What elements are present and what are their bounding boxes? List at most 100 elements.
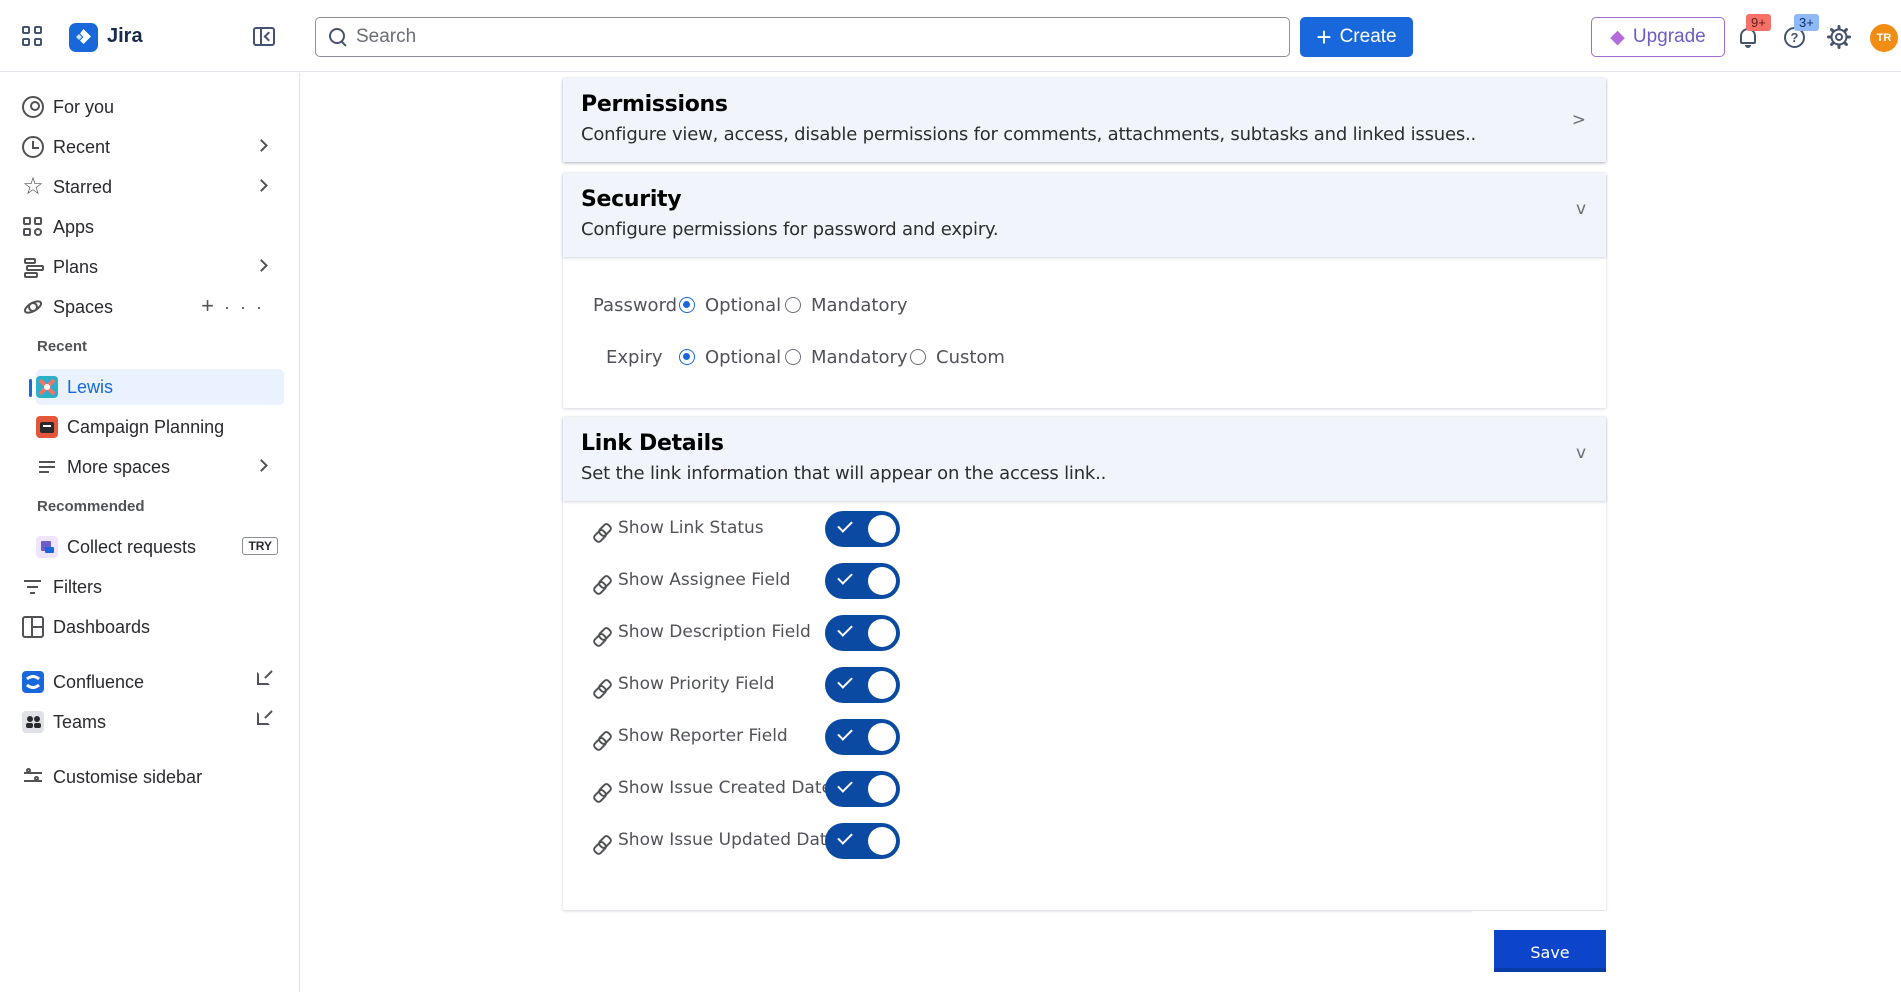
sidebar-item-plans[interactable]: Plans [22,249,284,285]
security-panel-header[interactable]: Security Configure permissions for passw… [563,173,1606,257]
chevron-right-icon[interactable] [255,139,268,152]
toggle-knob [868,619,896,647]
jira-logo-icon[interactable] [69,23,98,52]
permissions-panel-header[interactable]: Permissions Configure view, access, disa… [563,78,1606,162]
check-icon [837,777,853,793]
sidebar-item-label: Campaign Planning [67,416,225,437]
sidebar-item-label: Confluence [53,671,145,692]
chevron-right-icon[interactable] [255,459,268,472]
sidebar-item-recent[interactable]: Recent [22,129,284,165]
help-button[interactable]: ? 3+ [1782,14,1819,50]
try-badge: TRY [242,537,278,555]
link-icon [593,679,609,695]
sidebar-item-more-spaces[interactable]: More spaces [36,449,284,485]
search-icon [328,27,348,47]
sidebar-item-teams[interactable]: Teams [22,704,284,740]
add-space-icon[interactable]: + [201,293,224,318]
collapse-arrow-icon[interactable]: v [1576,443,1586,463]
app-switcher-icon[interactable] [22,26,44,48]
link-icon [593,731,609,747]
expiry-mandatory-label[interactable]: Mandatory [811,347,908,368]
collapse-sidebar-icon[interactable] [253,27,275,46]
link-details-panel-header[interactable]: Link Details Set the link information th… [563,417,1606,501]
sidebar-item-lewis[interactable]: Lewis [36,369,284,405]
toggle-label: Show Reporter Field [618,726,788,746]
password-mandatory-label[interactable]: Mandatory [811,295,908,316]
permissions-title: Permissions [581,92,728,117]
password-mandatory-radio[interactable] [785,297,801,313]
toggle-label: Show Priority Field [618,674,775,694]
toggle-label: Show Issue Created Date [618,778,832,798]
toggle-switch[interactable] [825,511,900,547]
sidebar-item-confluence[interactable]: Confluence [22,664,284,700]
link-icon [593,523,609,539]
sidebar-item-label: Recent [53,136,111,157]
expiry-custom-label[interactable]: Custom [936,347,1005,368]
notifications-button[interactable]: 9+ [1736,14,1771,50]
toggle-knob [868,671,896,699]
sidebar-item-starred[interactable]: ☆ Starred [22,169,284,205]
sidebar-item-for-you[interactable]: For you [22,89,284,125]
toggle-switch[interactable] [825,667,900,703]
password-optional-radio[interactable] [679,297,695,313]
app-name[interactable]: Jira [107,25,143,48]
sidebar-item-customise-sidebar[interactable]: Customise sidebar [22,759,284,795]
expiry-optional-label[interactable]: Optional [705,347,781,368]
password-option-row: Password Optional Mandatory [563,291,1606,321]
space-avatar-icon [36,376,58,398]
toggle-switch[interactable] [825,719,900,755]
selected-indicator [29,379,32,397]
link-icon [593,835,609,851]
toggle-switch[interactable] [825,823,900,859]
toggle-knob [868,775,896,803]
create-button[interactable]: + Create [1300,17,1413,57]
toggle-switch[interactable] [825,563,900,599]
settings-button[interactable] [1826,24,1852,50]
sidebar-item-campaign-planning[interactable]: Campaign Planning [36,409,284,445]
expiry-custom-radio[interactable] [910,349,926,365]
toggle-knob [868,567,896,595]
user-avatar[interactable]: TR [1870,24,1898,52]
collapse-arrow-icon[interactable]: v [1576,199,1586,219]
sidebar-item-dashboards[interactable]: Dashboards [22,609,284,645]
more-actions-icon[interactable]: ··· [224,297,272,317]
link-icon [593,575,609,591]
toggle-knob [868,515,896,543]
chevron-right-icon[interactable] [255,179,268,192]
chevron-right-icon[interactable] [255,259,268,272]
expand-arrow-icon[interactable]: > [1572,110,1586,130]
toggle-label: Show Assignee Field [618,570,791,590]
spaces-actions: +··· [201,293,272,319]
sidebar-item-apps[interactable]: Apps [22,209,284,245]
sidebar-item-filters[interactable]: Filters [22,569,284,605]
check-icon [837,673,853,689]
password-optional-label[interactable]: Optional [705,295,781,316]
check-icon [837,725,853,741]
sidebar-item-label: Teams [53,711,107,732]
sidebar-item-spaces[interactable]: Spaces +··· [22,289,284,325]
sidebar-heading-recent: Recent [37,338,88,355]
sidebar-item-label: Lewis [67,376,114,397]
plus-icon: + [1316,22,1332,52]
check-icon [837,829,853,845]
expiry-optional-radio[interactable] [679,349,695,365]
customise-icon [22,766,44,788]
security-panel: Security Configure permissions for passw… [563,173,1606,408]
plans-icon [22,256,44,278]
sidebar-item-collect-requests[interactable]: Collect requests TRY [36,529,284,565]
external-link-icon[interactable] [257,712,270,725]
toggle-switch[interactable] [825,771,900,807]
search-input[interactable] [356,26,1256,48]
save-button[interactable]: Save [1494,930,1606,972]
upgrade-button[interactable]: ◆ Upgrade [1591,17,1725,57]
search-box[interactable] [315,17,1290,57]
link-details-description: Set the link information that will appea… [581,463,1107,484]
sidebar-item-label: Starred [53,176,113,197]
password-label: Password [593,295,678,316]
expiry-mandatory-radio[interactable] [785,349,801,365]
toggle-label: Show Link Status [618,518,764,538]
create-button-label: Create [1339,26,1397,47]
check-icon [837,621,853,637]
external-link-icon[interactable] [257,672,270,685]
toggle-switch[interactable] [825,615,900,651]
